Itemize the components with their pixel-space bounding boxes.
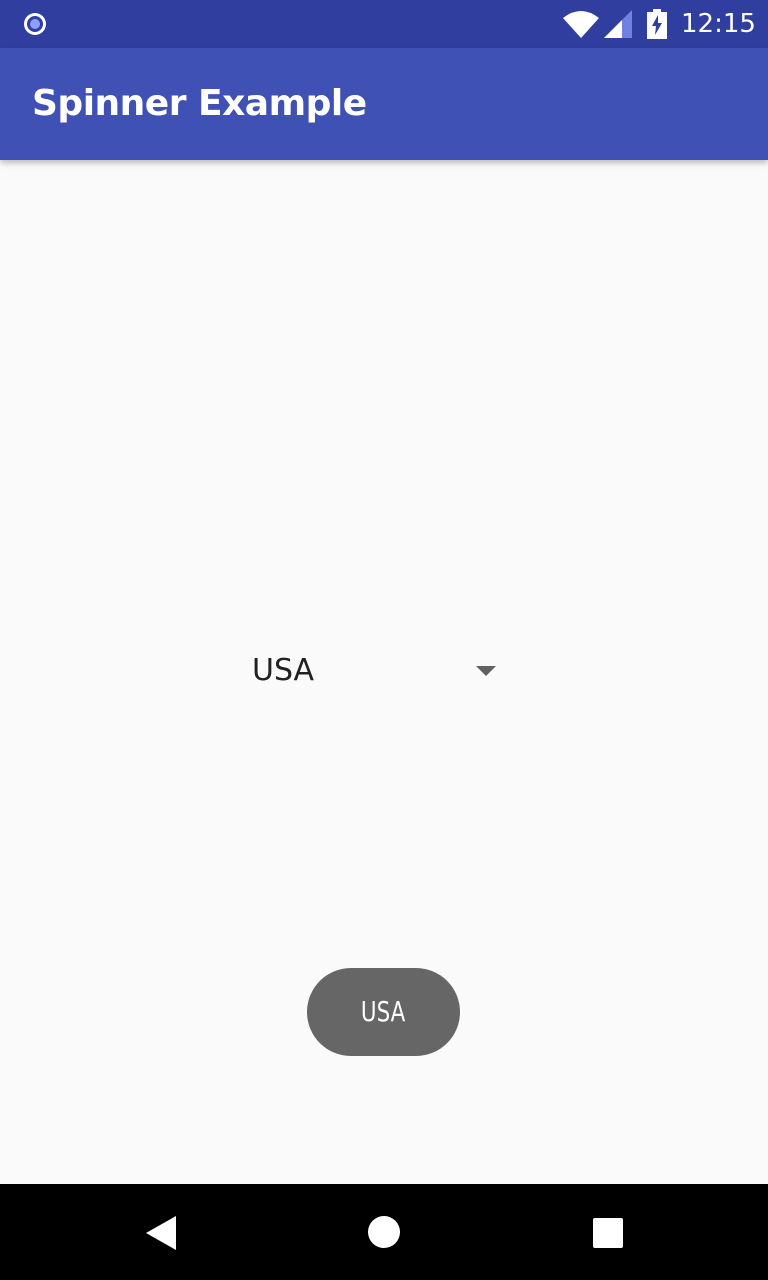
status-bar: 12:15: [0, 0, 768, 48]
page-title: Spinner Example: [32, 83, 367, 124]
home-icon[interactable]: [368, 1216, 400, 1248]
dropdown-arrow-icon: [476, 666, 496, 676]
country-spinner[interactable]: USA: [236, 630, 512, 712]
back-icon[interactable]: [146, 1216, 176, 1250]
battery-charging-icon: [647, 9, 667, 39]
app-bar: Spinner Example: [0, 48, 768, 160]
toast-text: USA: [361, 995, 406, 1028]
navigation-bar: [0, 1184, 768, 1280]
notification-dot-icon: [24, 13, 46, 35]
status-time: 12:15: [681, 9, 756, 39]
cell-signal-icon: [604, 10, 632, 38]
wifi-icon: [563, 11, 599, 38]
spinner-selected-value: USA: [252, 653, 315, 688]
recents-icon[interactable]: [593, 1218, 623, 1248]
toast-message: USA: [307, 968, 460, 1056]
